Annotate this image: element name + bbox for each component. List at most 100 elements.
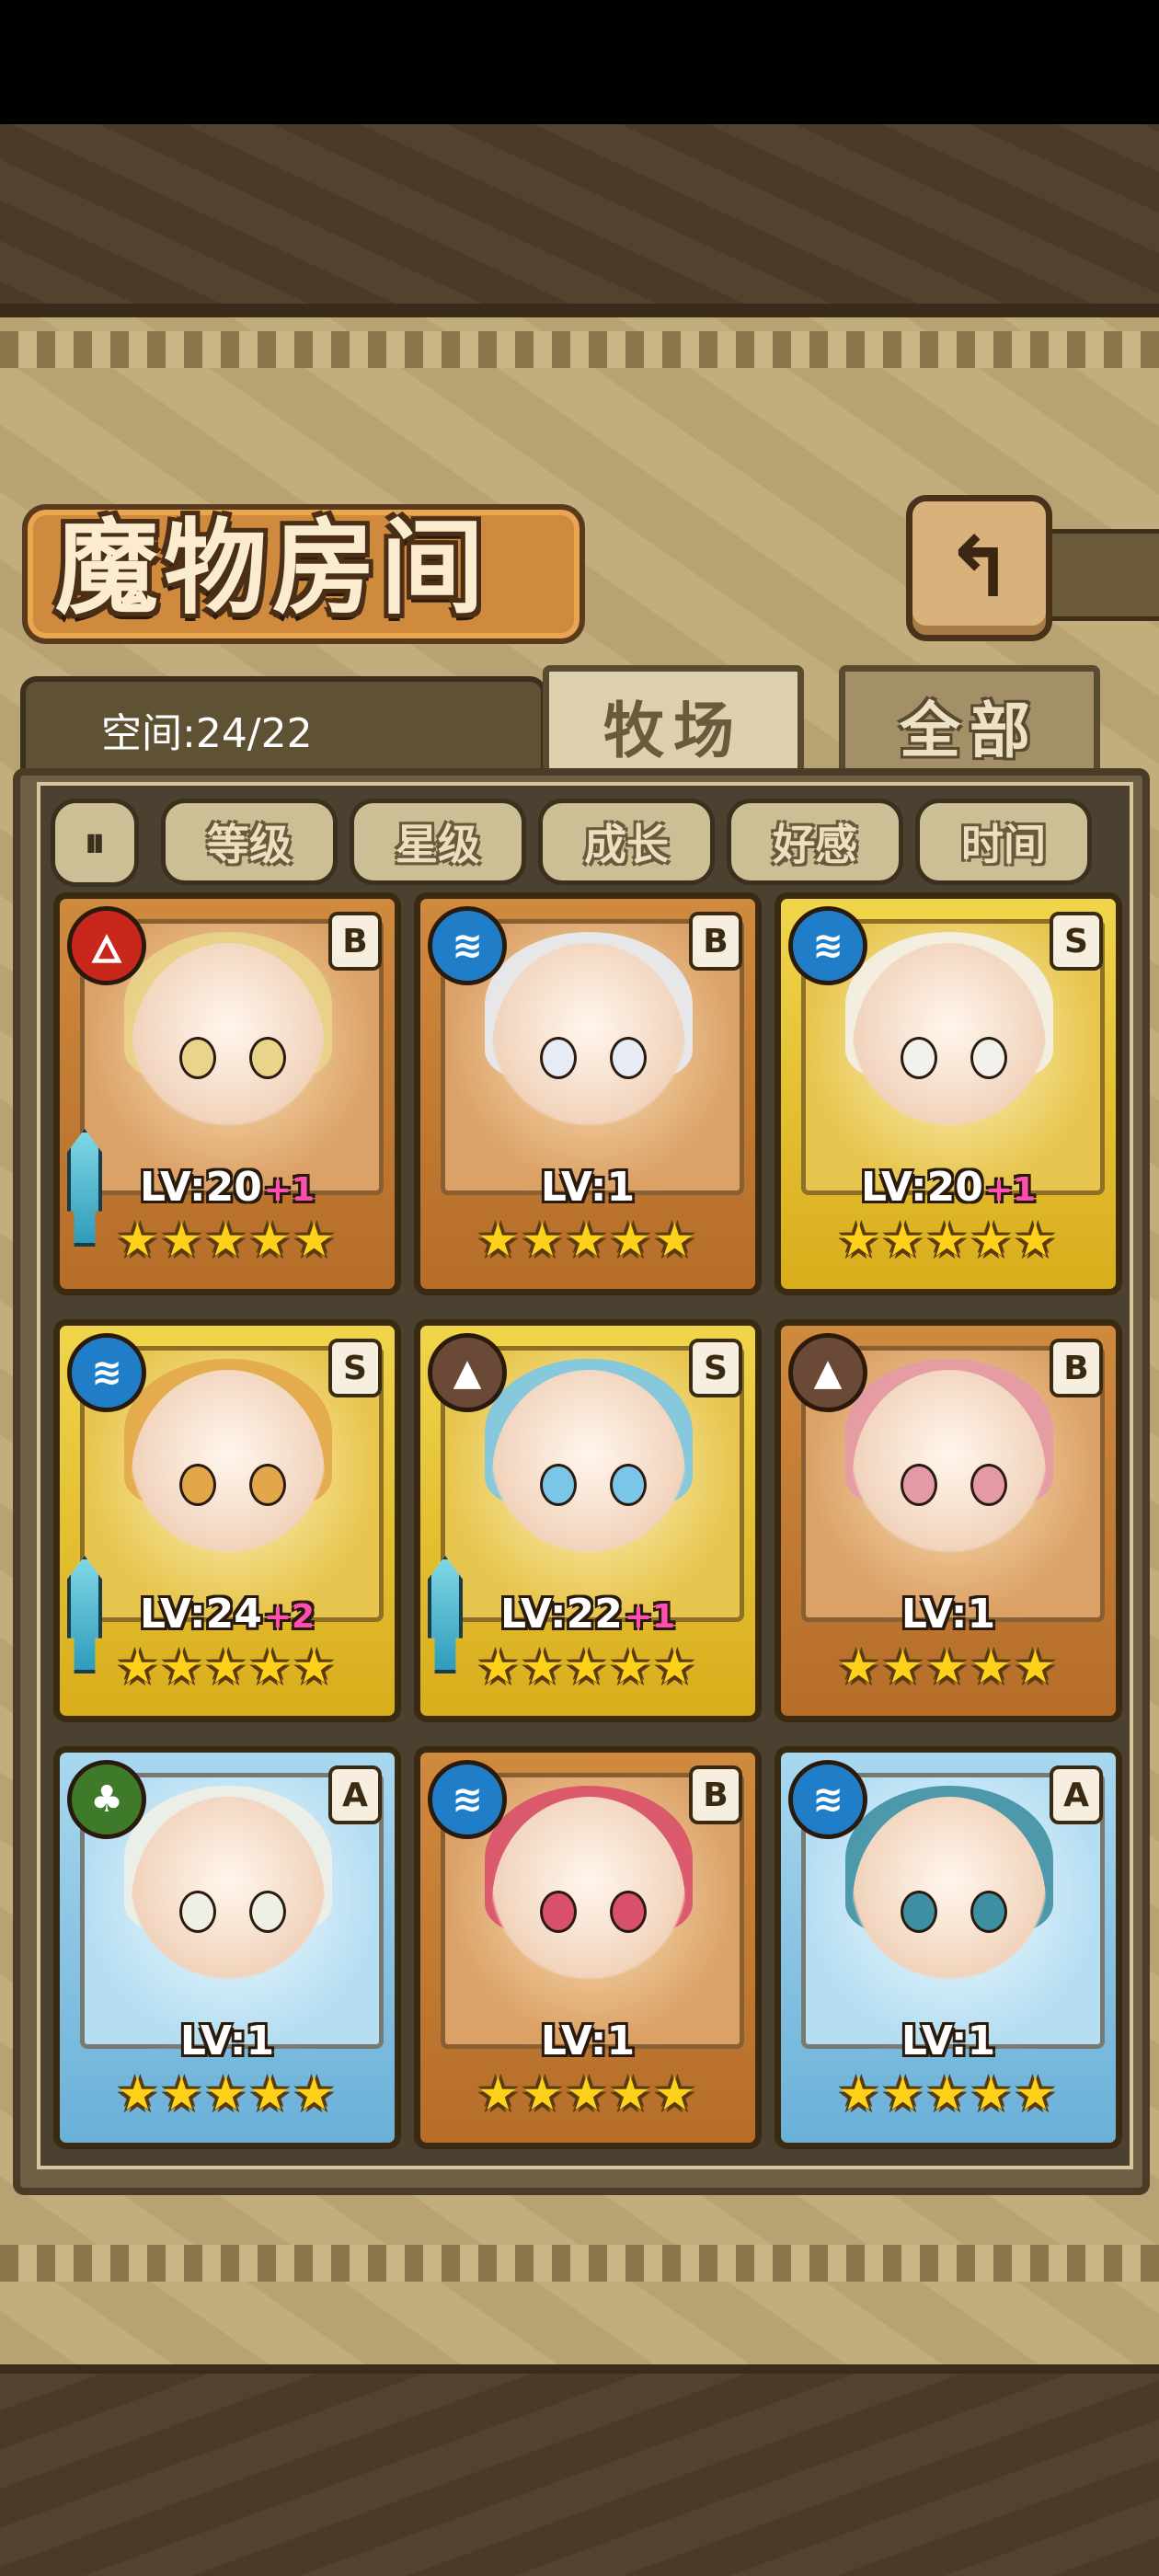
star-icon: ★	[838, 1640, 879, 1694]
map-background-bottom	[0, 2374, 1159, 2576]
grade-badge: B	[689, 1765, 742, 1824]
tabs-row: 空间:24/22 牧场 全部	[20, 665, 1142, 780]
filter-growth-button[interactable]: 成长	[538, 799, 715, 885]
star-icon: ★	[566, 1213, 607, 1267]
monster-eye	[610, 1464, 647, 1506]
water-element-icon: ≋	[428, 1760, 507, 1839]
monster-card[interactable]: ≋ S LV:20+1 ★ ★ ★ ★ ★	[775, 892, 1122, 1295]
star-icon: ★	[926, 1640, 968, 1694]
star-icon: ★	[566, 1640, 607, 1694]
level-bonus: +1	[984, 1171, 1037, 1209]
monster-portrait	[132, 1370, 325, 1581]
star-icon: ★	[205, 1640, 247, 1694]
sort-toggle-icon: ⏸	[84, 817, 106, 867]
star-icon: ★	[654, 2067, 695, 2121]
monster-eye	[610, 1037, 647, 1079]
star-rating: ★ ★ ★ ★ ★	[477, 1640, 698, 1705]
space-plate: 空间:24/22	[20, 676, 546, 779]
level-label: LV:1	[781, 1591, 1116, 1638]
star-icon: ★	[522, 1213, 563, 1267]
water-element-icon: ≋	[788, 1760, 867, 1839]
star-icon: ★	[926, 2067, 968, 2121]
monster-card[interactable]: ≋ B LV:1 ★ ★ ★ ★ ★	[414, 1746, 762, 2149]
star-rating: ★ ★ ★ ★ ★	[117, 2067, 338, 2132]
star-icon: ★	[249, 1213, 291, 1267]
filter-star-button[interactable]: 星级	[350, 799, 526, 885]
star-icon: ★	[117, 1640, 158, 1694]
star-icon: ★	[1015, 1213, 1056, 1267]
level-label: LV:20+1	[781, 1164, 1116, 1211]
star-icon: ★	[566, 2067, 607, 2121]
tab-ranch[interactable]: 牧场	[543, 665, 804, 780]
page-title: 魔物房间	[55, 508, 489, 628]
level-label: LV:1	[60, 2018, 395, 2064]
level-value: LV:1	[179, 2018, 275, 2064]
level-label: LV:1	[420, 1164, 755, 1211]
star-icon: ★	[926, 1213, 968, 1267]
star-icon: ★	[117, 1213, 158, 1267]
star-icon: ★	[205, 2067, 247, 2121]
star-icon: ★	[293, 2067, 335, 2121]
water-element-icon: ≋	[428, 906, 507, 985]
monster-card[interactable]: ▲ S LV:22+1 ★ ★ ★ ★ ★	[414, 1319, 762, 1722]
star-icon: ★	[117, 2067, 158, 2121]
star-rating: ★ ★ ★ ★ ★	[117, 1640, 338, 1705]
map-background-top	[0, 124, 1159, 322]
star-icon: ★	[522, 1640, 563, 1694]
monster-card[interactable]: ♣ A LV:1 ★ ★ ★ ★ ★	[53, 1746, 401, 2149]
level-value: LV:1	[901, 1591, 996, 1638]
fire-element-icon: 🜂	[67, 906, 146, 985]
star-icon: ★	[882, 2067, 924, 2121]
monster-portrait	[853, 943, 1046, 1155]
level-label: LV:20+1	[60, 1164, 395, 1211]
filter-level-button[interactable]: 等级	[161, 799, 338, 885]
monster-card[interactable]: ≋ B LV:1 ★ ★ ★ ★ ★	[414, 892, 762, 1295]
earth-element-icon: ▲	[788, 1333, 867, 1412]
star-icon: ★	[882, 1640, 924, 1694]
filter-affection-button[interactable]: 好感	[727, 799, 903, 885]
monster-eye	[970, 1037, 1007, 1079]
monster-portrait	[492, 943, 685, 1155]
grade-badge: B	[1050, 1339, 1103, 1397]
monster-eye	[901, 1464, 937, 1506]
level-value: LV:20	[860, 1164, 983, 1211]
monster-eye	[901, 1891, 937, 1933]
grade-badge: S	[689, 1339, 742, 1397]
star-icon: ★	[882, 1213, 924, 1267]
level-label: LV:24+2	[60, 1591, 395, 1638]
monster-portrait	[132, 943, 325, 1155]
monster-portrait	[492, 1370, 685, 1581]
star-icon: ★	[610, 1213, 651, 1267]
level-label: LV:1	[781, 2018, 1116, 2064]
level-value: LV:1	[540, 1164, 636, 1211]
star-icon: ★	[610, 1640, 651, 1694]
monster-card[interactable]: 🜂 B LV:20+1 ★ ★ ★ ★ ★	[53, 892, 401, 1295]
star-icon: ★	[1015, 1640, 1056, 1694]
back-button[interactable]: ↰	[906, 495, 1052, 641]
star-rating: ★ ★ ★ ★ ★	[117, 1213, 338, 1278]
zigzag-border-bottom	[0, 2245, 1159, 2282]
star-icon: ★	[1015, 2067, 1056, 2121]
monster-eye	[901, 1037, 937, 1079]
monster-eye	[610, 1891, 647, 1933]
tab-all[interactable]: 全部	[839, 665, 1100, 780]
grade-badge: S	[1050, 912, 1103, 971]
space-counter: 空间:24/22	[101, 710, 313, 757]
star-rating: ★ ★ ★ ★ ★	[838, 1640, 1059, 1705]
grade-badge: B	[328, 912, 382, 971]
grade-badge: A	[328, 1765, 382, 1824]
return-arrow-icon: ↰	[944, 520, 1015, 616]
star-icon: ★	[161, 2067, 202, 2121]
filter-time-button[interactable]: 时间	[915, 799, 1092, 885]
star-icon: ★	[477, 2067, 519, 2121]
star-icon: ★	[477, 1213, 519, 1267]
monster-card[interactable]: ▲ B LV:1 ★ ★ ★ ★ ★	[775, 1319, 1122, 1722]
earth-element-icon: ▲	[428, 1333, 507, 1412]
sort-toggle-button[interactable]: ⏸	[51, 799, 139, 887]
monster-card[interactable]: ≋ A LV:1 ★ ★ ★ ★ ★	[775, 1746, 1122, 2149]
monster-eye	[249, 1891, 286, 1933]
star-icon: ★	[293, 1213, 335, 1267]
monster-portrait	[853, 1370, 1046, 1581]
monster-card[interactable]: ≋ S LV:24+2 ★ ★ ★ ★ ★	[53, 1319, 401, 1722]
grade-badge: B	[689, 912, 742, 971]
